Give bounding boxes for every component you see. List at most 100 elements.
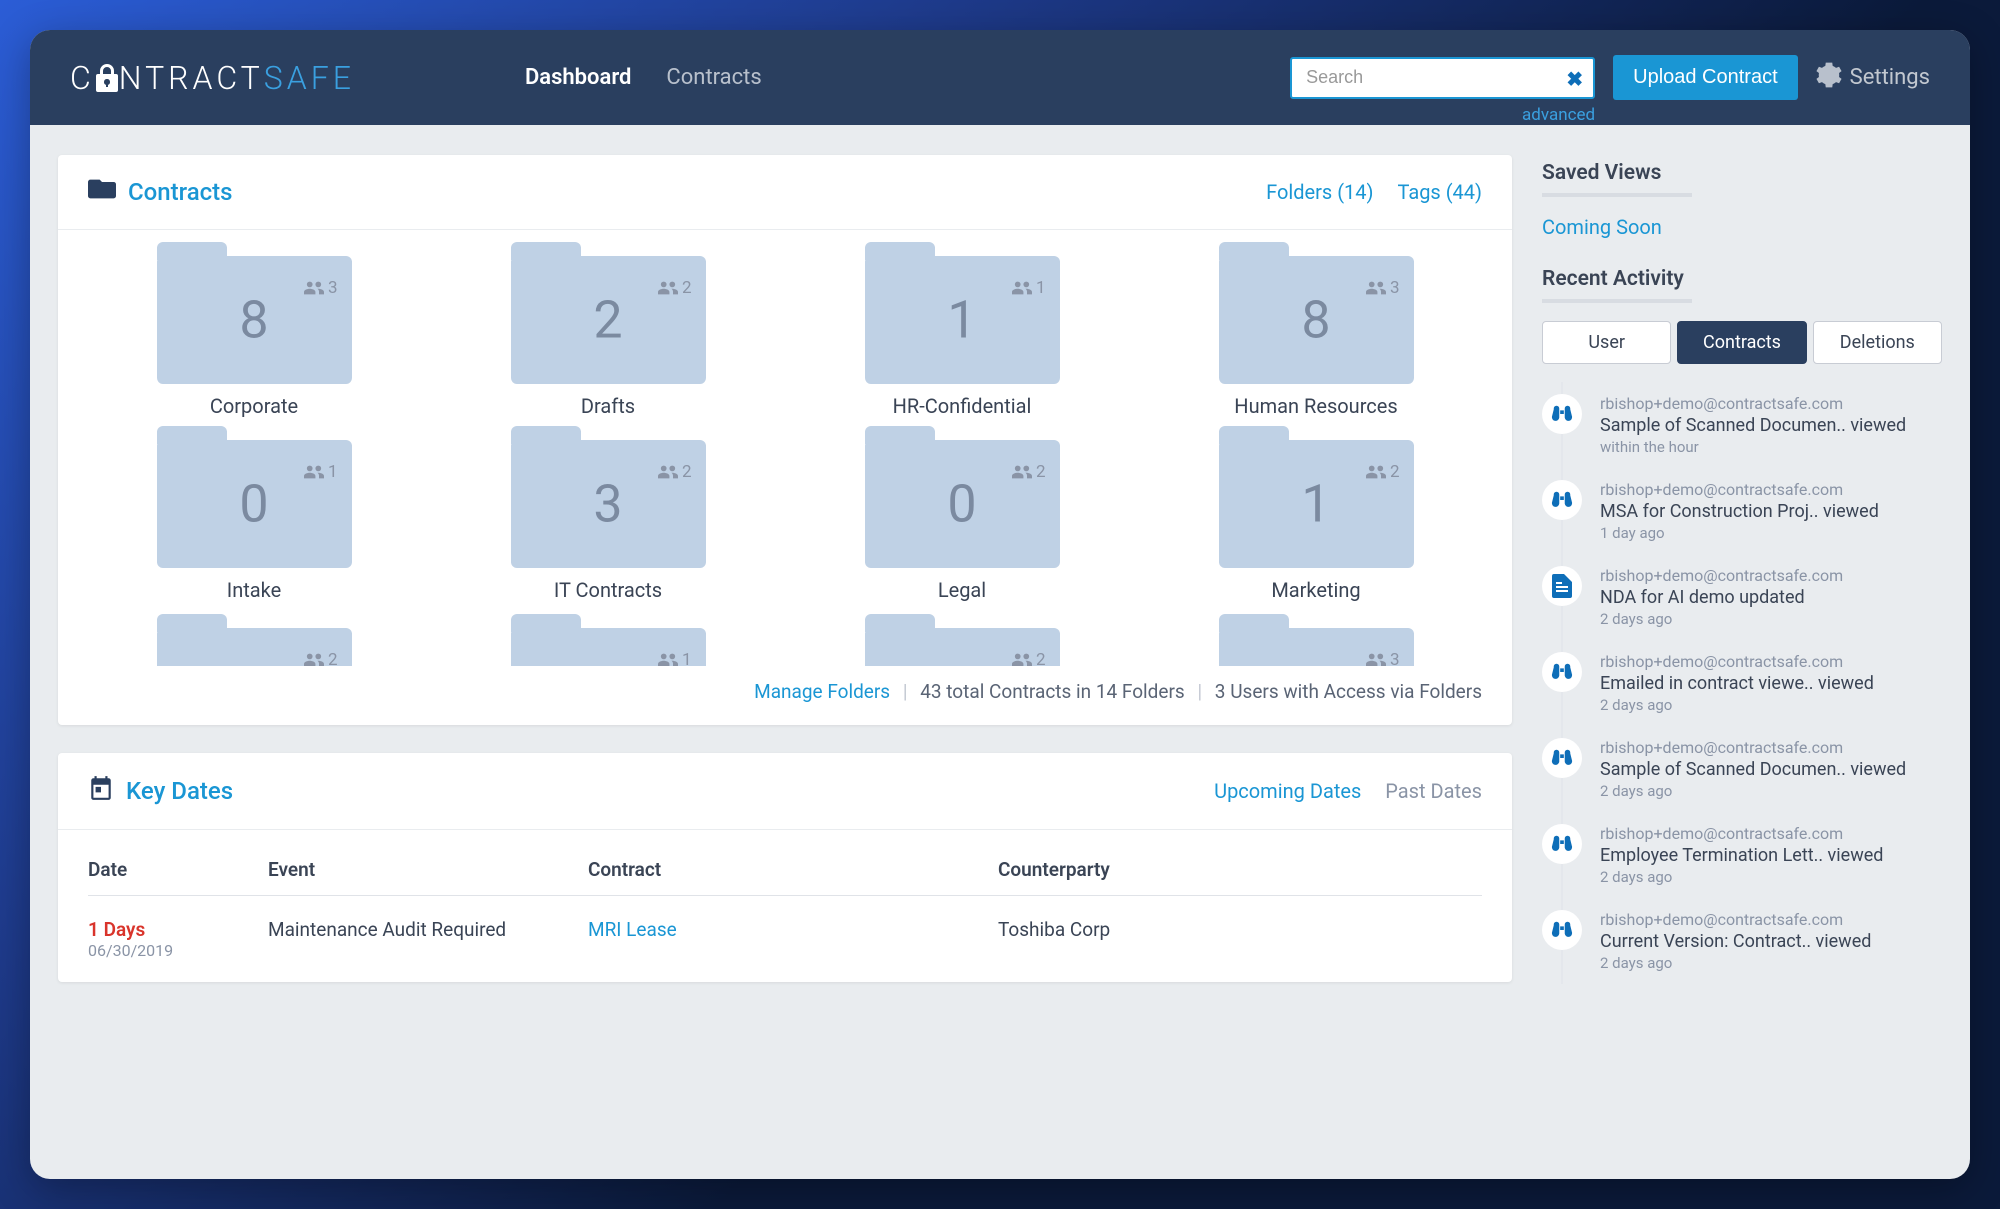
folder-label: IT Contracts <box>442 578 774 602</box>
folder-item[interactable]: 2 <box>796 628 1128 666</box>
folder-shape: 22 <box>511 256 706 384</box>
lock-icon <box>96 64 118 92</box>
main: Contracts Folders (14) Tags (44) 38Corpo… <box>58 155 1512 1179</box>
nav-contracts[interactable]: Contracts <box>666 65 761 90</box>
header-right: ✖ advanced Upload Contract Settings <box>1290 55 1930 100</box>
folder-users: 2 <box>1012 462 1046 482</box>
logo-mid: NTRACT <box>119 59 264 97</box>
clear-icon[interactable]: ✖ <box>1566 67 1583 91</box>
keydates-head: Date Event Contract Counterparty <box>88 840 1482 896</box>
activity-text: rbishop+demo@contractsafe.comNDA for AI … <box>1600 566 1843 628</box>
keydates-links: Upcoming Dates Past Dates <box>1214 779 1482 803</box>
settings-link[interactable]: Settings <box>1816 62 1930 94</box>
folders-link[interactable]: Folders (14) <box>1266 180 1373 204</box>
folder-users: 1 <box>658 650 692 666</box>
upload-contract-button[interactable]: Upload Contract <box>1613 55 1798 100</box>
activity-time: 2 days ago <box>1600 782 1906 800</box>
activity-time: 1 day ago <box>1600 524 1879 542</box>
folder-shape: 11 <box>865 256 1060 384</box>
binoculars-icon <box>1542 394 1582 434</box>
activity-item[interactable]: rbishop+demo@contractsafe.comEmployee Te… <box>1542 812 1942 898</box>
folder-item[interactable]: 11HR-Confidential <box>796 256 1128 418</box>
kd-date-sub: 06/30/2019 <box>88 941 268 960</box>
folder-item[interactable]: 20Legal <box>796 440 1128 602</box>
activity-user: rbishop+demo@contractsafe.com <box>1600 824 1883 843</box>
activity-time: within the hour <box>1600 438 1906 456</box>
folder-count: 1 <box>947 290 976 351</box>
tab-contracts[interactable]: Contracts <box>1677 321 1806 364</box>
nav-dashboard[interactable]: Dashboard <box>525 65 631 90</box>
manage-folders-link[interactable]: Manage Folders <box>754 680 890 703</box>
advanced-search-link[interactable]: advanced <box>1522 105 1595 125</box>
keydates-header: Key Dates Upcoming Dates Past Dates <box>58 753 1512 830</box>
folder-item[interactable]: 2 <box>88 628 420 666</box>
folder-users: 1 <box>304 462 338 482</box>
activity-item[interactable]: rbishop+demo@contractsafe.comSample of S… <box>1542 382 1942 468</box>
keydates-title-text[interactable]: Key Dates <box>126 777 233 805</box>
keydates-card: Key Dates Upcoming Dates Past Dates Date… <box>58 753 1512 982</box>
past-dates-link[interactable]: Past Dates <box>1385 779 1482 803</box>
folder-label: Intake <box>88 578 420 602</box>
gear-icon <box>1816 62 1842 94</box>
folder-users: 2 <box>658 278 692 298</box>
folder-users: 2 <box>1012 650 1046 666</box>
activity-item[interactable]: rbishop+demo@contractsafe.comEmailed in … <box>1542 640 1942 726</box>
contracts-summary-2: 3 Users with Access via Folders <box>1215 680 1482 703</box>
folder-grid-partial: 2 1 2 3 <box>58 602 1512 666</box>
kd-counterparty: Toshiba Corp <box>998 918 1482 960</box>
activity-item[interactable]: rbishop+demo@contractsafe.comCurrent Ver… <box>1542 898 1942 984</box>
folder-label: Corporate <box>88 394 420 418</box>
folder-shape: 23 <box>511 440 706 568</box>
folder-item[interactable]: 1 <box>442 628 774 666</box>
saved-views-section: Saved Views Coming Soon <box>1542 161 1942 239</box>
header: C NTRACT SAFE Dashboard Contracts ✖ adva… <box>30 30 1970 125</box>
coming-soon-link[interactable]: Coming Soon <box>1542 215 1942 239</box>
activity-text: rbishop+demo@contractsafe.comEmployee Te… <box>1600 824 1883 886</box>
activity-user: rbishop+demo@contractsafe.com <box>1600 652 1874 671</box>
folder-label: Marketing <box>1150 578 1482 602</box>
folder-shape: 20 <box>865 440 1060 568</box>
document-icon <box>1542 566 1582 606</box>
content: Contracts Folders (14) Tags (44) 38Corpo… <box>30 125 1970 1179</box>
binoculars-icon <box>1542 652 1582 692</box>
tab-deletions[interactable]: Deletions <box>1813 321 1942 364</box>
activity-item[interactable]: rbishop+demo@contractsafe.comNDA for AI … <box>1542 554 1942 640</box>
folder-item[interactable]: 1 0 Intake <box>88 440 420 602</box>
folder-item[interactable]: 22Drafts <box>442 256 774 418</box>
contracts-footer: Manage Folders | 43 total Contracts in 1… <box>58 666 1512 725</box>
activity-text: rbishop+demo@contractsafe.comSample of S… <box>1600 738 1906 800</box>
activity-tabs: User Contracts Deletions <box>1542 321 1942 364</box>
folder-count: 0 <box>239 474 268 535</box>
folder-users: 3 <box>1366 278 1400 298</box>
search-input[interactable] <box>1290 57 1595 99</box>
binoculars-icon <box>1542 480 1582 520</box>
col-date: Date <box>88 858 268 881</box>
keydates-row[interactable]: 1 Days 06/30/2019 Maintenance Audit Requ… <box>88 896 1482 960</box>
kd-contract-link[interactable]: MRI Lease <box>588 918 998 960</box>
tags-link[interactable]: Tags (44) <box>1397 180 1482 204</box>
folder-item[interactable]: 23 IT Contracts <box>442 440 774 602</box>
kd-days: 1 Days <box>88 918 268 941</box>
activity-user: rbishop+demo@contractsafe.com <box>1600 394 1906 413</box>
activity-time: 2 days ago <box>1600 868 1883 886</box>
recent-activity-section: Recent Activity User Contracts Deletions… <box>1542 267 1942 984</box>
activity-msg: Current Version: Contract.. viewed <box>1600 931 1871 952</box>
activity-item[interactable]: rbishop+demo@contractsafe.comMSA for Con… <box>1542 468 1942 554</box>
activity-item[interactable]: rbishop+demo@contractsafe.comSample of S… <box>1542 726 1942 812</box>
folder-item[interactable]: 38Corporate <box>88 256 420 418</box>
activity-text: rbishop+demo@contractsafe.comMSA for Con… <box>1600 480 1879 542</box>
contracts-card: Contracts Folders (14) Tags (44) 38Corpo… <box>58 155 1512 725</box>
folder-item[interactable]: 38Human Resources <box>1150 256 1482 418</box>
folder-item[interactable]: 3 <box>1150 628 1482 666</box>
contracts-title-text[interactable]: Contracts <box>128 178 233 206</box>
folder-item[interactable]: 21Marketing <box>1150 440 1482 602</box>
upcoming-dates-link[interactable]: Upcoming Dates <box>1214 779 1361 803</box>
binoculars-icon <box>1542 738 1582 778</box>
activity-user: rbishop+demo@contractsafe.com <box>1600 738 1906 757</box>
activity-user: rbishop+demo@contractsafe.com <box>1600 566 1843 585</box>
tab-user[interactable]: User <box>1542 321 1671 364</box>
activity-user: rbishop+demo@contractsafe.com <box>1600 480 1879 499</box>
folder-shape: 2 <box>865 628 1060 666</box>
folder-users: 1 <box>1012 278 1046 298</box>
folder-users: 3 <box>1366 650 1400 666</box>
